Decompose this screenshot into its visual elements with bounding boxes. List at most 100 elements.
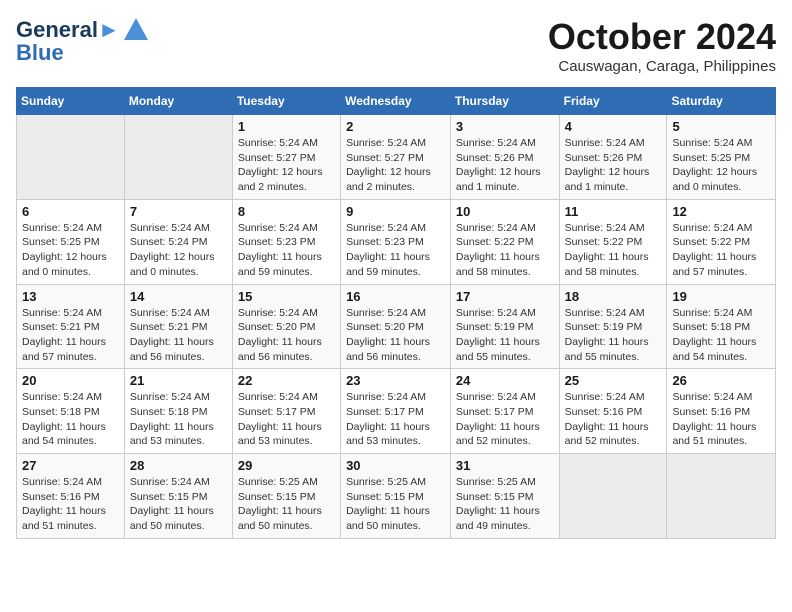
weekday-header-cell: Monday bbox=[124, 88, 232, 115]
day-info: Sunrise: 5:24 AM Sunset: 5:17 PM Dayligh… bbox=[238, 390, 335, 449]
calendar-cell: 15 Sunrise: 5:24 AM Sunset: 5:20 PM Dayli… bbox=[232, 284, 340, 369]
day-info: Sunrise: 5:24 AM Sunset: 5:21 PM Dayligh… bbox=[130, 306, 227, 365]
day-info: Sunrise: 5:24 AM Sunset: 5:16 PM Dayligh… bbox=[565, 390, 662, 449]
calendar-cell: 26 Sunrise: 5:24 AM Sunset: 5:16 PM Dayli… bbox=[667, 369, 776, 454]
calendar-cell: 5Sunrise: 5:24 AM Sunset: 5:25 PM Daylig… bbox=[667, 115, 776, 200]
calendar-cell: 7 Sunrise: 5:24 AM Sunset: 5:24 PM Daylig… bbox=[124, 199, 232, 284]
logo-icon bbox=[122, 16, 150, 44]
month-title: October 2024 bbox=[548, 16, 776, 58]
day-number: 12 bbox=[672, 204, 770, 219]
calendar-cell: 11 Sunrise: 5:24 AM Sunset: 5:22 PM Dayli… bbox=[559, 199, 667, 284]
calendar-cell: 16 Sunrise: 5:24 AM Sunset: 5:20 PM Dayli… bbox=[341, 284, 451, 369]
day-info: Sunrise: 5:24 AM Sunset: 5:18 PM Dayligh… bbox=[672, 306, 770, 365]
calendar-cell: 31 Sunrise: 5:25 AM Sunset: 5:15 PM Dayli… bbox=[450, 454, 559, 539]
logo: General► Blue bbox=[16, 16, 150, 66]
calendar-table: SundayMondayTuesdayWednesdayThursdayFrid… bbox=[16, 87, 776, 539]
day-number: 15 bbox=[238, 289, 335, 304]
day-info: Sunrise: 5:24 AM Sunset: 5:19 PM Dayligh… bbox=[456, 306, 554, 365]
day-info: Sunrise: 5:24 AM Sunset: 5:19 PM Dayligh… bbox=[565, 306, 662, 365]
day-number: 17 bbox=[456, 289, 554, 304]
day-info: Sunrise: 5:24 AM Sunset: 5:23 PM Dayligh… bbox=[346, 221, 445, 280]
weekday-header-row: SundayMondayTuesdayWednesdayThursdayFrid… bbox=[17, 88, 776, 115]
calendar-cell: 8 Sunrise: 5:24 AM Sunset: 5:23 PM Daylig… bbox=[232, 199, 340, 284]
day-number: 6 bbox=[22, 204, 119, 219]
weekday-header-cell: Saturday bbox=[667, 88, 776, 115]
day-number: 11 bbox=[565, 204, 662, 219]
calendar-cell: 2Sunrise: 5:24 AM Sunset: 5:27 PM Daylig… bbox=[341, 115, 451, 200]
header: General► Blue October 2024 Causwagan, Ca… bbox=[16, 16, 776, 75]
calendar-body: 1Sunrise: 5:24 AM Sunset: 5:27 PM Daylig… bbox=[17, 115, 776, 539]
title-area: October 2024 Causwagan, Caraga, Philippi… bbox=[548, 16, 776, 75]
calendar-week-row: 6 Sunrise: 5:24 AM Sunset: 5:25 PM Daylig… bbox=[17, 199, 776, 284]
day-number: 26 bbox=[672, 373, 770, 388]
day-info: Sunrise: 5:24 AM Sunset: 5:18 PM Dayligh… bbox=[22, 390, 119, 449]
calendar-cell: 20Sunrise: 5:24 AM Sunset: 5:18 PM Dayli… bbox=[17, 369, 125, 454]
day-number: 18 bbox=[565, 289, 662, 304]
day-number: 24 bbox=[456, 373, 554, 388]
weekday-header-cell: Thursday bbox=[450, 88, 559, 115]
calendar-cell: 22 Sunrise: 5:24 AM Sunset: 5:17 PM Dayli… bbox=[232, 369, 340, 454]
calendar-week-row: 20Sunrise: 5:24 AM Sunset: 5:18 PM Dayli… bbox=[17, 369, 776, 454]
day-info: Sunrise: 5:24 AM Sunset: 5:25 PM Dayligh… bbox=[672, 136, 770, 195]
calendar-cell: 9 Sunrise: 5:24 AM Sunset: 5:23 PM Daylig… bbox=[341, 199, 451, 284]
calendar-cell: 12 Sunrise: 5:24 AM Sunset: 5:22 PM Dayli… bbox=[667, 199, 776, 284]
calendar-week-row: 1Sunrise: 5:24 AM Sunset: 5:27 PM Daylig… bbox=[17, 115, 776, 200]
calendar-week-row: 13 Sunrise: 5:24 AM Sunset: 5:21 PM Dayli… bbox=[17, 284, 776, 369]
day-number: 29 bbox=[238, 458, 335, 473]
day-number: 25 bbox=[565, 373, 662, 388]
day-number: 8 bbox=[238, 204, 335, 219]
calendar-cell: 1Sunrise: 5:24 AM Sunset: 5:27 PM Daylig… bbox=[232, 115, 340, 200]
day-number: 14 bbox=[130, 289, 227, 304]
day-info: Sunrise: 5:24 AM Sunset: 5:16 PM Dayligh… bbox=[22, 475, 119, 534]
calendar-week-row: 27 Sunrise: 5:24 AM Sunset: 5:16 PM Dayli… bbox=[17, 454, 776, 539]
calendar-cell: 30 Sunrise: 5:25 AM Sunset: 5:15 PM Dayli… bbox=[341, 454, 451, 539]
calendar-cell: 10 Sunrise: 5:24 AM Sunset: 5:22 PM Dayli… bbox=[450, 199, 559, 284]
day-number: 31 bbox=[456, 458, 554, 473]
day-info: Sunrise: 5:24 AM Sunset: 5:21 PM Dayligh… bbox=[22, 306, 119, 365]
day-number: 10 bbox=[456, 204, 554, 219]
day-info: Sunrise: 5:25 AM Sunset: 5:15 PM Dayligh… bbox=[346, 475, 445, 534]
day-info: Sunrise: 5:24 AM Sunset: 5:22 PM Dayligh… bbox=[565, 221, 662, 280]
logo-text: General► bbox=[16, 18, 120, 42]
day-number: 13 bbox=[22, 289, 119, 304]
calendar-cell: 3Sunrise: 5:24 AM Sunset: 5:26 PM Daylig… bbox=[450, 115, 559, 200]
day-number: 19 bbox=[672, 289, 770, 304]
location-subtitle: Causwagan, Caraga, Philippines bbox=[548, 58, 776, 75]
day-info: Sunrise: 5:24 AM Sunset: 5:22 PM Dayligh… bbox=[456, 221, 554, 280]
day-number: 16 bbox=[346, 289, 445, 304]
day-info: Sunrise: 5:24 AM Sunset: 5:26 PM Dayligh… bbox=[565, 136, 662, 195]
weekday-header-cell: Sunday bbox=[17, 88, 125, 115]
day-info: Sunrise: 5:24 AM Sunset: 5:23 PM Dayligh… bbox=[238, 221, 335, 280]
day-info: Sunrise: 5:24 AM Sunset: 5:17 PM Dayligh… bbox=[456, 390, 554, 449]
calendar-cell bbox=[17, 115, 125, 200]
calendar-cell: 21 Sunrise: 5:24 AM Sunset: 5:18 PM Dayli… bbox=[124, 369, 232, 454]
day-info: Sunrise: 5:24 AM Sunset: 5:24 PM Dayligh… bbox=[130, 221, 227, 280]
day-number: 22 bbox=[238, 373, 335, 388]
calendar-cell bbox=[559, 454, 667, 539]
day-info: Sunrise: 5:24 AM Sunset: 5:16 PM Dayligh… bbox=[672, 390, 770, 449]
day-info: Sunrise: 5:24 AM Sunset: 5:20 PM Dayligh… bbox=[238, 306, 335, 365]
day-info: Sunrise: 5:25 AM Sunset: 5:15 PM Dayligh… bbox=[456, 475, 554, 534]
day-info: Sunrise: 5:24 AM Sunset: 5:25 PM Dayligh… bbox=[22, 221, 119, 280]
day-number: 27 bbox=[22, 458, 119, 473]
day-number: 28 bbox=[130, 458, 227, 473]
day-number: 7 bbox=[130, 204, 227, 219]
day-number: 3 bbox=[456, 119, 554, 134]
day-info: Sunrise: 5:24 AM Sunset: 5:22 PM Dayligh… bbox=[672, 221, 770, 280]
calendar-cell: 18 Sunrise: 5:24 AM Sunset: 5:19 PM Dayli… bbox=[559, 284, 667, 369]
day-info: Sunrise: 5:24 AM Sunset: 5:17 PM Dayligh… bbox=[346, 390, 445, 449]
calendar-cell: 14 Sunrise: 5:24 AM Sunset: 5:21 PM Dayli… bbox=[124, 284, 232, 369]
day-number: 9 bbox=[346, 204, 445, 219]
calendar-cell: 4Sunrise: 5:24 AM Sunset: 5:26 PM Daylig… bbox=[559, 115, 667, 200]
day-info: Sunrise: 5:24 AM Sunset: 5:20 PM Dayligh… bbox=[346, 306, 445, 365]
calendar-cell: 25 Sunrise: 5:24 AM Sunset: 5:16 PM Dayli… bbox=[559, 369, 667, 454]
calendar-cell: 17 Sunrise: 5:24 AM Sunset: 5:19 PM Dayli… bbox=[450, 284, 559, 369]
calendar-cell: 19 Sunrise: 5:24 AM Sunset: 5:18 PM Dayli… bbox=[667, 284, 776, 369]
calendar-cell: 28Sunrise: 5:24 AM Sunset: 5:15 PM Dayli… bbox=[124, 454, 232, 539]
weekday-header-cell: Tuesday bbox=[232, 88, 340, 115]
day-info: Sunrise: 5:25 AM Sunset: 5:15 PM Dayligh… bbox=[238, 475, 335, 534]
day-number: 21 bbox=[130, 373, 227, 388]
day-info: Sunrise: 5:24 AM Sunset: 5:18 PM Dayligh… bbox=[130, 390, 227, 449]
day-number: 30 bbox=[346, 458, 445, 473]
calendar-cell: 24 Sunrise: 5:24 AM Sunset: 5:17 PM Dayli… bbox=[450, 369, 559, 454]
